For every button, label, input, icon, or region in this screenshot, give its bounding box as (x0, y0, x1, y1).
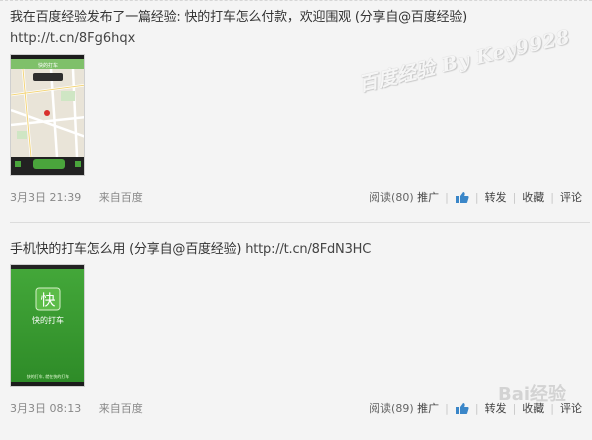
separator: | (474, 191, 479, 204)
post-time[interactable]: 3月3日 21:39 (10, 191, 81, 204)
post-text: 我在百度经验发布了一篇经验: 快的打车怎么付款，欢迎围观 (分享自@百度经验) (10, 10, 467, 25)
separator: | (474, 402, 479, 415)
app-name: 快的打车 (32, 315, 64, 325)
separator: | (445, 402, 449, 415)
separator: | (512, 191, 517, 204)
app-tagline: 快的打车, 就在快的打车 (27, 373, 70, 379)
separator: | (550, 191, 554, 204)
post-source[interactable]: 来自百度 (99, 402, 143, 415)
post-link[interactable]: http://t.cn/8FdN3HC (245, 242, 371, 257)
post-time[interactable]: 3月3日 08:13 (10, 402, 81, 415)
thumb-app-title: 快的打车 (38, 62, 58, 69)
watermark-text: 百度经验 By Key9928 (356, 25, 572, 96)
post-thumbnail-app-splash[interactable]: 快 快的打车 快的打车, 就在快的打车 (10, 264, 85, 387)
app-splash-image: 快 快的打车 快的打车, 就在快的打车 (11, 265, 84, 386)
post-meta-bar: 3月3日 08:13 来自百度 阅读(89) 推广 | | 转发 | 收藏 | 评论 (10, 401, 582, 417)
promote-link[interactable]: 推广 (417, 402, 439, 415)
promote-link[interactable]: 推广 (417, 191, 439, 204)
read-count: 阅读(80) (369, 191, 414, 204)
post-text-body: 手机快的打车怎么用 (分享自@百度经验) (10, 242, 242, 257)
app-logo-char: 快 (40, 291, 55, 309)
separator: | (445, 191, 449, 204)
repost-link[interactable]: 转发 (485, 191, 507, 204)
favorite-link[interactable]: 收藏 (522, 191, 544, 204)
post-meta-bar: 3月3日 21:39 来自百度 阅读(80) 推广 | | 转发 | 收藏 | 评论 (10, 190, 582, 206)
post-thumbnail-map[interactable]: 快的打车 (10, 54, 85, 176)
comment-link[interactable]: 评论 (560, 191, 582, 204)
post-text: 手机快的打车怎么用 (分享自@百度经验) http://t.cn/8FdN3HC (10, 241, 371, 259)
read-count: 阅读(89) (369, 402, 414, 415)
map-screenshot-image: 快的打车 (11, 55, 84, 175)
post-link[interactable]: http://t.cn/8Fg6hqx (10, 31, 135, 46)
post-source[interactable]: 来自百度 (99, 191, 143, 204)
baidu-watermark-logo: Bai经验 (498, 384, 567, 405)
like-icon[interactable] (455, 191, 469, 209)
like-icon[interactable] (455, 402, 469, 420)
top-dashed-rule (0, 0, 592, 1)
post-divider (10, 222, 590, 223)
